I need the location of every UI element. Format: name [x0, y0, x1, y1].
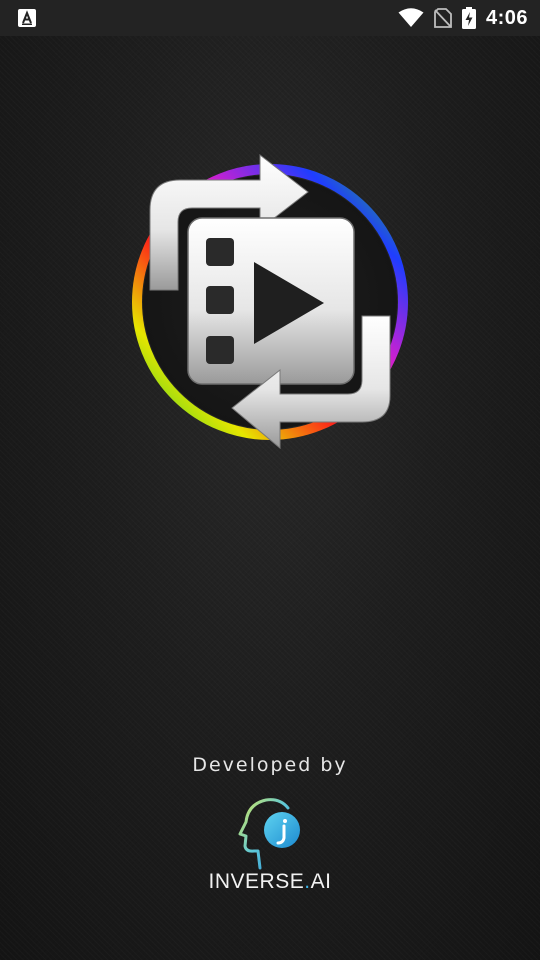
wifi-icon — [398, 8, 424, 27]
no-sim-icon — [434, 8, 452, 28]
developer-name-part2: AI — [310, 870, 332, 893]
status-time: 4:06 — [485, 6, 528, 29]
developer-name: INVERSE.AI — [0, 870, 540, 894]
status-icons: 4:06 — [398, 0, 528, 36]
splash-screen: 4:06 Developed by INVERSE.AI — [0, 0, 540, 960]
developer-name-part1: INVERSE — [208, 870, 305, 893]
developed-by-label: Developed by — [192, 754, 348, 776]
battery-charging-icon — [461, 7, 476, 29]
video-rotate-icon — [132, 153, 408, 450]
app-notification-icon — [18, 9, 36, 27]
inverse-ai-head-icon — [238, 798, 300, 870]
status-bar: 4:06 — [0, 0, 540, 36]
